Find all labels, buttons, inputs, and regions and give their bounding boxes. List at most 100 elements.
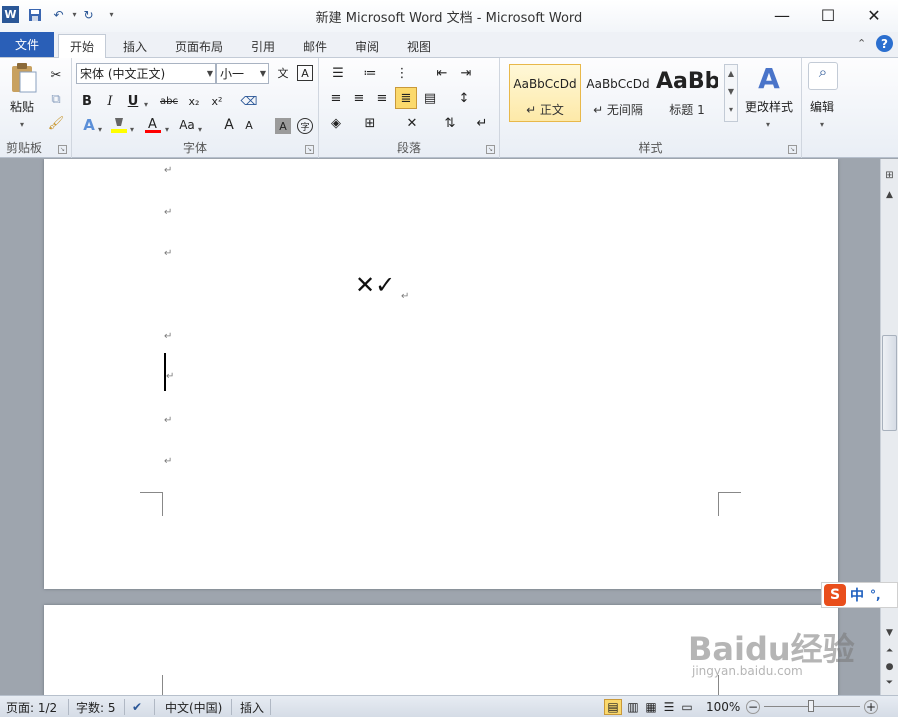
strikethrough-button[interactable]: abc xyxy=(156,90,182,112)
ruler-toggle-icon[interactable]: ⊞ xyxy=(881,167,898,183)
paste-button[interactable]: 粘贴 xyxy=(10,98,34,115)
tab-references[interactable]: 引用 xyxy=(240,34,286,58)
ime-punct-label[interactable]: °, xyxy=(870,588,881,602)
change-styles-dropdown-icon[interactable]: ▾ xyxy=(766,116,770,130)
editing-button[interactable]: 编辑 xyxy=(810,98,834,115)
highlight-icon[interactable] xyxy=(108,114,130,136)
editing-group: ⌕ 编辑 ▾ xyxy=(802,58,844,158)
align-center-icon[interactable]: ≡ xyxy=(348,87,370,109)
paste-icon[interactable] xyxy=(8,62,40,94)
grow-font-button[interactable]: A xyxy=(218,114,240,136)
zoom-out-button[interactable]: − xyxy=(746,700,760,714)
font-size-combo[interactable]: 小一 ▼ xyxy=(216,63,269,84)
font-launcher-icon[interactable]: ↘ xyxy=(305,145,314,154)
change-case-dropdown-icon[interactable]: ▾ xyxy=(198,121,202,135)
change-styles-icon[interactable]: A xyxy=(752,62,786,95)
format-painter-icon[interactable]: 🖌 xyxy=(45,112,67,134)
cut-icon[interactable]: ✂ xyxy=(45,64,67,86)
tab-home[interactable]: 开始 xyxy=(58,34,107,59)
tab-file[interactable]: 文件 xyxy=(0,32,54,57)
superscript-button[interactable]: x² xyxy=(206,90,228,112)
symbols-text[interactable]: ✕✓ xyxy=(355,271,395,299)
enclose-char-button[interactable]: 字 xyxy=(297,118,313,134)
clear-formatting-icon[interactable]: ⌫ xyxy=(238,90,260,112)
style-normal[interactable]: AaBbCcDd ↵ 正文 xyxy=(509,64,581,122)
style-sample: AaBb xyxy=(656,69,718,94)
multilevel-list-icon[interactable]: ⋮ xyxy=(391,62,413,84)
print-layout-icon[interactable]: ▤ xyxy=(604,699,622,715)
paste-dropdown-icon[interactable]: ▾ xyxy=(20,116,24,130)
full-screen-reading-icon[interactable]: ▥ xyxy=(624,699,642,715)
zoom-level[interactable]: 100% xyxy=(706,699,740,715)
highlight-dropdown-icon[interactable]: ▾ xyxy=(130,121,134,135)
zoom-slider-thumb[interactable] xyxy=(808,700,814,712)
close-button[interactable]: ✕ xyxy=(852,0,896,30)
minimize-button[interactable]: — xyxy=(760,0,804,30)
change-styles-button[interactable]: 更改样式 xyxy=(745,98,793,115)
borders-icon[interactable]: ⊞ xyxy=(359,112,381,134)
zoom-in-button[interactable]: + xyxy=(864,700,878,714)
word-count[interactable]: 字数: 5 xyxy=(76,699,116,715)
align-right-icon[interactable]: ≡ xyxy=(371,87,393,109)
help-icon[interactable]: ? xyxy=(876,35,893,52)
tab-page-layout[interactable]: 页面布局 xyxy=(164,34,234,58)
increase-indent-icon[interactable]: ⇥ xyxy=(455,62,477,84)
scroll-thumb[interactable] xyxy=(882,335,897,431)
paragraph-mark: ↵ xyxy=(401,291,410,302)
copy-icon[interactable]: ⧉ xyxy=(45,88,67,110)
find-icon[interactable]: ⌕ xyxy=(808,62,838,90)
sort-icon[interactable]: ⇅ xyxy=(439,112,461,134)
ime-toolbar[interactable]: S 中 °, xyxy=(821,582,898,608)
page-count[interactable]: 页面: 1/2 xyxy=(6,699,57,715)
chinese-layout-icon[interactable]: ✕ xyxy=(401,112,423,134)
vertical-scrollbar[interactable]: ⊞ ▲ ▼ ⏶ ● ⏷ xyxy=(880,159,898,695)
align-left-icon[interactable]: ≡ xyxy=(325,87,347,109)
distributed-icon[interactable]: ▤ xyxy=(419,87,441,109)
underline-dropdown-icon[interactable]: ▾ xyxy=(144,96,148,110)
ime-mode-label[interactable]: 中 xyxy=(850,585,864,605)
subscript-button[interactable]: x₂ xyxy=(183,90,205,112)
font-color-icon[interactable]: A xyxy=(142,114,164,136)
justify-icon[interactable]: ≣ xyxy=(395,87,417,109)
font-color-dropdown-icon[interactable]: ▾ xyxy=(165,121,169,135)
bullets-icon[interactable]: ☰ xyxy=(327,62,349,84)
paragraph-launcher-icon[interactable]: ↘ xyxy=(486,145,495,154)
language-indicator[interactable]: 中文(中国) xyxy=(165,699,222,715)
char-shading-button[interactable]: A xyxy=(275,118,291,134)
web-layout-icon[interactable]: ▦ xyxy=(642,699,660,715)
text-effects-dropdown-icon[interactable]: ▾ xyxy=(98,121,102,135)
show-hide-marks-icon[interactable]: ↵ xyxy=(471,112,493,134)
bold-button[interactable]: B xyxy=(76,90,98,112)
outline-icon[interactable]: ☰ xyxy=(660,699,678,715)
styles-launcher-icon[interactable]: ↘ xyxy=(788,145,797,154)
styles-scroll[interactable]: ▲ ▼ ▾ xyxy=(724,64,738,122)
decrease-indent-icon[interactable]: ⇤ xyxy=(431,62,453,84)
tab-review[interactable]: 审阅 xyxy=(344,34,390,58)
line-spacing-icon[interactable]: ↕ xyxy=(453,87,475,109)
draft-icon[interactable]: ▭ xyxy=(678,699,696,715)
style-no-spacing[interactable]: AaBbCcDd ↵ 无间隔 xyxy=(582,64,654,122)
shrink-font-button[interactable]: A xyxy=(238,114,260,136)
numbering-icon[interactable]: ≔ xyxy=(359,62,381,84)
shading-icon[interactable]: ◈ xyxy=(325,112,347,134)
change-case-button[interactable]: Aa xyxy=(176,114,198,136)
maximize-button[interactable]: ☐ xyxy=(806,0,850,30)
insert-mode[interactable]: 插入 xyxy=(240,699,264,715)
tab-view[interactable]: 视图 xyxy=(396,34,442,58)
scroll-up-icon[interactable]: ▲ xyxy=(881,187,898,203)
page-1[interactable]: ↵ ↵ ↵ ✕✓ ↵ ↵ ↵ ↵ ↵ xyxy=(44,159,838,589)
font-name-combo[interactable]: 宋体 (中文正文) ▼ xyxy=(76,63,216,84)
proofing-icon[interactable]: ✔ xyxy=(132,699,142,715)
text-effects-icon[interactable]: A xyxy=(78,114,100,136)
phonetic-guide-icon[interactable]: 文 xyxy=(272,62,294,84)
underline-button[interactable]: U xyxy=(122,90,144,112)
tab-insert[interactable]: 插入 xyxy=(112,34,158,58)
clipboard-launcher-icon[interactable]: ↘ xyxy=(58,145,67,154)
minimize-ribbon-icon[interactable]: ⌃ xyxy=(857,37,866,50)
char-border-icon[interactable]: A xyxy=(297,65,313,81)
italic-button[interactable]: I xyxy=(99,90,121,112)
document-area[interactable]: ↵ ↵ ↵ ✕✓ ↵ ↵ ↵ ↵ ↵ xyxy=(0,159,880,695)
editing-dropdown-icon[interactable]: ▾ xyxy=(820,116,824,130)
style-heading-1[interactable]: AaBb 标题 1 xyxy=(655,64,719,122)
tab-mailings[interactable]: 邮件 xyxy=(292,34,338,58)
